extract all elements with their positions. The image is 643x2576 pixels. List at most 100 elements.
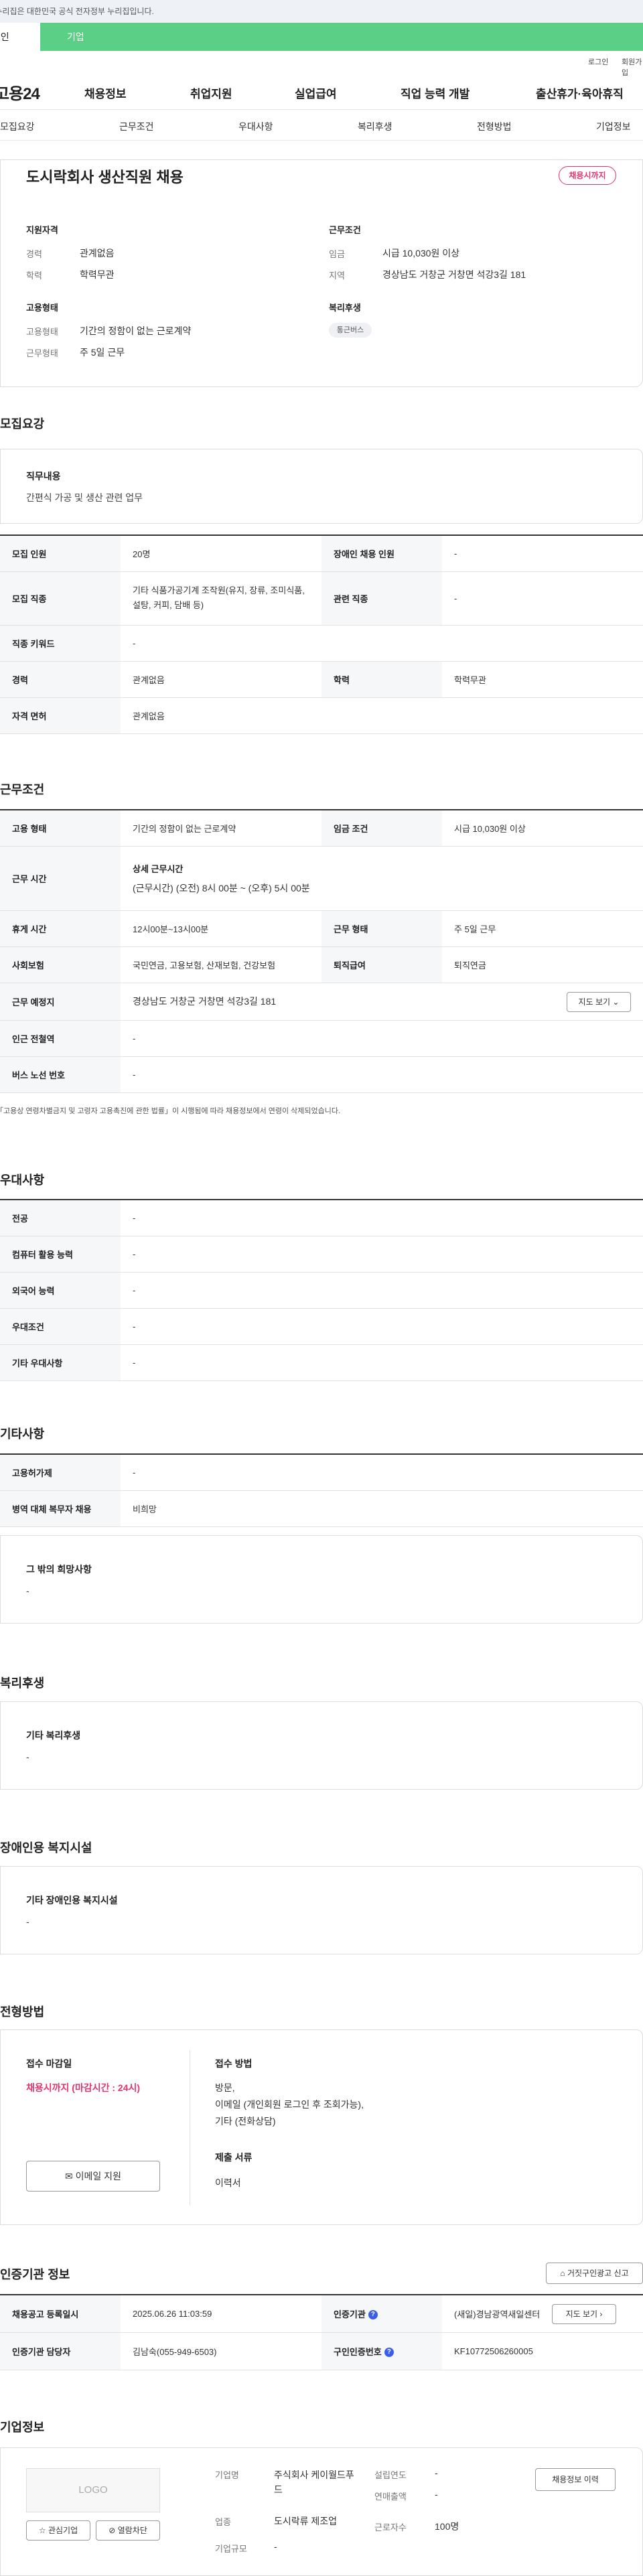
- login-link[interactable]: 로그인: [588, 56, 608, 67]
- table-key: 구인인증번호?: [322, 2332, 442, 2370]
- gnb-vocational-training[interactable]: 직업 능력 개발: [401, 84, 470, 101]
- table-key: 퇴직급여: [322, 946, 442, 983]
- status-badge: 채용시까지: [559, 166, 616, 185]
- utility-links: 로그인 회원가입: [0, 51, 643, 77]
- wage-key: 임금: [329, 249, 345, 259]
- table-value: -: [121, 1454, 643, 1491]
- tab-company[interactable]: 기업: [40, 23, 84, 51]
- wish-title: 그 밖의 희망사항: [26, 1564, 92, 1575]
- found-year-value: -: [435, 2467, 438, 2478]
- found-year-key: 설립연도: [374, 2470, 407, 2480]
- subnav-recruit[interactable]: 모집요강: [0, 120, 35, 133]
- gnb-parental-leave[interactable]: 출산휴가·육아휴직: [536, 84, 643, 101]
- sales-key: 연매출액: [374, 2492, 407, 2502]
- employees-key: 근로자수: [374, 2522, 407, 2532]
- industry-key: 업종: [215, 2517, 231, 2527]
- tab-company-label: 기업: [67, 31, 84, 42]
- table-value: 관계없음: [121, 697, 643, 734]
- pref-table: 전공 - 컴퓨터 활용 능력 - 외국어 능력 - 우대조건 - 기타 우대사항 -: [0, 1199, 643, 1381]
- table-key: 경력: [0, 661, 121, 698]
- cond-title: 근무조건: [329, 225, 361, 235]
- table-key: 근무 형태: [322, 910, 442, 947]
- table-value: 비희망: [121, 1490, 643, 1527]
- table-key: 장애인 채용 인원: [322, 535, 442, 572]
- company-name-value: 주식회사 케이월드푸드: [274, 2470, 354, 2495]
- site-logo[interactable]: 고용24: [0, 80, 40, 104]
- wage-value: 시급 10,030원 이상: [382, 248, 459, 259]
- job-title: 도시락회사 생산직원 채용: [26, 169, 184, 186]
- time-value: (근무시간) (오전) 8시 00분 ~ (오후) 5시 00분: [133, 882, 310, 893]
- table-value: 기간의 정함이 없는 근로계약: [121, 810, 322, 847]
- history-button[interactable]: 채용정보 이력: [535, 2468, 616, 2491]
- table-value: -: [121, 1344, 643, 1381]
- table-key: 관련 직종: [322, 571, 442, 626]
- welfare-title: 복리후생: [329, 303, 361, 313]
- gov-banner: 이 누리집은 대한민국 공식 전자정부 누리집입니다.: [0, 0, 643, 23]
- table-value: -: [442, 535, 643, 572]
- gnb-jobs[interactable]: 채용정보: [84, 84, 127, 101]
- gnb-employment-support[interactable]: 취업지원: [190, 84, 232, 101]
- table-row: 우대조건 -: [0, 1308, 643, 1345]
- table-value: 2025.06.26 11:03:59: [121, 2295, 322, 2333]
- report-button-label: 거짓구인광고 신고: [567, 2269, 629, 2278]
- email-apply-button[interactable]: ✉ 이메일 지원: [26, 2161, 160, 2192]
- time-title: 상세 근무시간: [133, 863, 184, 874]
- subnav-company[interactable]: 기업정보: [596, 120, 631, 133]
- welfare-box: 기타 복리후생 -: [0, 1701, 643, 1790]
- cert-heading: 인증기관 정보: [0, 2268, 70, 2281]
- user-tabs: 개인 기업: [0, 23, 643, 51]
- info-icon[interactable]: ?: [368, 2310, 378, 2320]
- table-key: 우대조건: [0, 1308, 121, 1345]
- etc-heading: 기타사항: [0, 1427, 45, 1441]
- chevron-down-icon: ⌄: [612, 997, 620, 1007]
- subnav-pref[interactable]: 우대사항: [238, 120, 273, 133]
- sales-value: -: [435, 2489, 438, 2500]
- table-value: 관계없음: [121, 661, 322, 698]
- section-subnav: 모집요강 근무조건 우대사항 복리후생 전형방법 기업정보: [0, 110, 643, 141]
- table-key: 인증기관 담당자: [0, 2332, 121, 2370]
- favorite-company-button[interactable]: ☆ 관심기업: [26, 2520, 90, 2541]
- table-key: 인증기관?: [322, 2295, 442, 2333]
- disabled-box-title: 기타 장애인용 복지시설: [26, 1895, 118, 1906]
- wish-value: -: [26, 1585, 29, 1596]
- block-view-button[interactable]: ⊘ 열람차단: [96, 2520, 160, 2541]
- disabled-box: 기타 장애인용 복지시설 -: [0, 1866, 643, 1954]
- tab-personal[interactable]: 개인: [0, 23, 40, 51]
- emptype-value: 기간의 정함이 없는 근로계약: [80, 326, 192, 336]
- welfare-box-value: -: [26, 1751, 29, 1762]
- table-key: 사회보험: [0, 946, 121, 983]
- welfare-box-title: 기타 복리후생: [26, 1730, 81, 1741]
- table-value: -: [442, 571, 643, 626]
- table-value: (새일)경남광역새일센터 지도 보기 ›: [442, 2295, 643, 2333]
- table-value: 주 5일 근무: [442, 910, 643, 947]
- table-row: 인증기관 담당자 김남숙(055-949-6503) 구인인증번호? KF107…: [0, 2332, 643, 2370]
- table-value: 12시00분~13시00분: [121, 910, 322, 947]
- table-row: 병역 대체 복무자 채용 비희망: [0, 1490, 643, 1527]
- star-icon: ☆: [38, 2526, 46, 2535]
- subnav-process[interactable]: 전형방법: [477, 120, 512, 133]
- edu-value: 학력무관: [80, 269, 115, 280]
- agency-map-button[interactable]: 지도 보기 ›: [552, 2304, 616, 2324]
- info-icon[interactable]: ?: [384, 2348, 394, 2358]
- table-value: 상세 근무시간 (근무시간) (오전) 8시 00분 ~ (오후) 5시 00분: [121, 846, 643, 911]
- deadline-title: 접수 마감일: [26, 2058, 72, 2069]
- gnb-unemployment-benefit[interactable]: 실업급여: [295, 84, 337, 101]
- table-row: 근무 예정지 경상남도 거창군 거창면 석강3길 181 지도 보기 ⌄: [0, 983, 643, 1021]
- subnav-welfare[interactable]: 복리후생: [358, 120, 392, 133]
- table-value: 학력무관: [442, 661, 643, 698]
- table-value: 시급 10,030원 이상: [442, 810, 643, 847]
- report-button[interactable]: ⌂ 거짓구인광고 신고: [546, 2263, 643, 2284]
- table-key: 전공: [0, 1200, 121, 1236]
- table-row: 근무 시간 상세 근무시간 (근무시간) (오전) 8시 00분 ~ (오후) …: [0, 846, 643, 911]
- etc-table: 고용허가제 - 병역 대체 복무자 채용 비희망: [0, 1453, 643, 1527]
- mail-icon: ✉: [65, 2171, 73, 2181]
- table-key: 채용공고 등록일시: [0, 2295, 121, 2333]
- map-button[interactable]: 지도 보기 ⌄: [567, 991, 631, 1012]
- table-value: -: [121, 1020, 643, 1057]
- table-value: -: [121, 1308, 643, 1345]
- table-row: 직종 키워드 -: [0, 625, 643, 662]
- table-key: 기타 우대사항: [0, 1344, 121, 1381]
- table-value: -: [121, 625, 643, 662]
- industry-value: 도시락류 제조업: [274, 2516, 338, 2526]
- subnav-work[interactable]: 근무조건: [119, 120, 154, 133]
